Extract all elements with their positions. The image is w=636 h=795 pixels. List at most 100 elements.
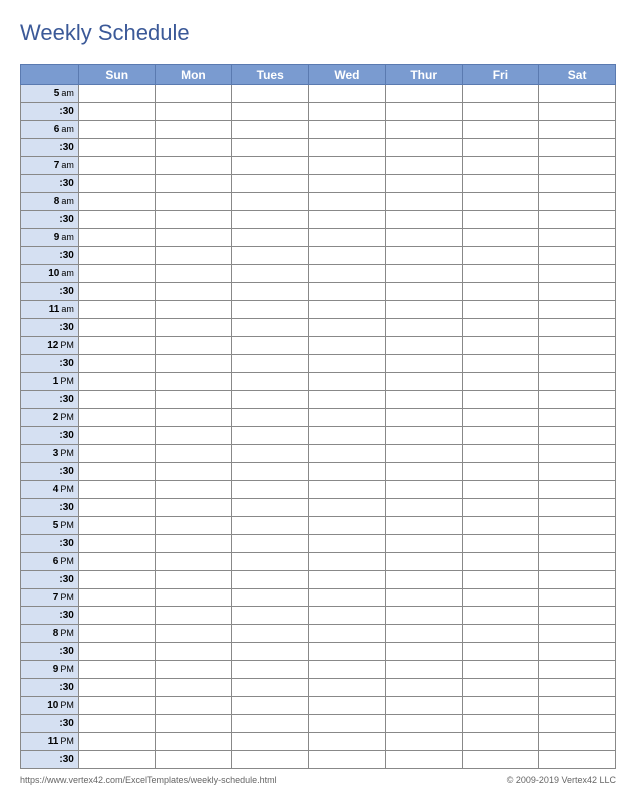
schedule-cell[interactable] [232, 175, 309, 193]
schedule-cell[interactable] [539, 661, 616, 679]
schedule-cell[interactable] [155, 247, 232, 265]
schedule-cell[interactable] [232, 445, 309, 463]
schedule-cell[interactable] [309, 661, 386, 679]
schedule-cell[interactable] [309, 139, 386, 157]
schedule-cell[interactable] [78, 193, 155, 211]
schedule-cell[interactable] [309, 751, 386, 769]
schedule-cell[interactable] [232, 553, 309, 571]
schedule-cell[interactable] [385, 715, 462, 733]
schedule-cell[interactable] [232, 427, 309, 445]
schedule-cell[interactable] [232, 733, 309, 751]
schedule-cell[interactable] [155, 661, 232, 679]
schedule-cell[interactable] [78, 211, 155, 229]
schedule-cell[interactable] [155, 139, 232, 157]
schedule-cell[interactable] [385, 409, 462, 427]
schedule-cell[interactable] [385, 481, 462, 499]
schedule-cell[interactable] [539, 553, 616, 571]
schedule-cell[interactable] [78, 625, 155, 643]
schedule-cell[interactable] [155, 679, 232, 697]
schedule-cell[interactable] [78, 301, 155, 319]
schedule-cell[interactable] [232, 283, 309, 301]
schedule-cell[interactable] [232, 571, 309, 589]
schedule-cell[interactable] [309, 121, 386, 139]
schedule-cell[interactable] [539, 337, 616, 355]
schedule-cell[interactable] [309, 553, 386, 571]
schedule-cell[interactable] [539, 283, 616, 301]
schedule-cell[interactable] [232, 607, 309, 625]
schedule-cell[interactable] [78, 319, 155, 337]
schedule-cell[interactable] [309, 337, 386, 355]
schedule-cell[interactable] [232, 679, 309, 697]
schedule-cell[interactable] [309, 499, 386, 517]
schedule-cell[interactable] [462, 139, 539, 157]
schedule-cell[interactable] [309, 391, 386, 409]
schedule-cell[interactable] [232, 589, 309, 607]
schedule-cell[interactable] [462, 337, 539, 355]
schedule-cell[interactable] [462, 715, 539, 733]
schedule-cell[interactable] [462, 103, 539, 121]
schedule-cell[interactable] [309, 283, 386, 301]
schedule-cell[interactable] [155, 715, 232, 733]
schedule-cell[interactable] [155, 697, 232, 715]
schedule-cell[interactable] [309, 715, 386, 733]
schedule-cell[interactable] [78, 463, 155, 481]
schedule-cell[interactable] [462, 229, 539, 247]
schedule-cell[interactable] [539, 103, 616, 121]
schedule-cell[interactable] [462, 85, 539, 103]
schedule-cell[interactable] [309, 211, 386, 229]
schedule-cell[interactable] [155, 211, 232, 229]
schedule-cell[interactable] [78, 733, 155, 751]
schedule-cell[interactable] [309, 373, 386, 391]
schedule-cell[interactable] [462, 481, 539, 499]
schedule-cell[interactable] [539, 211, 616, 229]
schedule-cell[interactable] [539, 301, 616, 319]
schedule-cell[interactable] [385, 643, 462, 661]
schedule-cell[interactable] [462, 625, 539, 643]
schedule-cell[interactable] [309, 625, 386, 643]
schedule-cell[interactable] [539, 157, 616, 175]
schedule-cell[interactable] [232, 463, 309, 481]
schedule-cell[interactable] [462, 193, 539, 211]
schedule-cell[interactable] [539, 319, 616, 337]
schedule-cell[interactable] [539, 625, 616, 643]
schedule-cell[interactable] [462, 661, 539, 679]
schedule-cell[interactable] [309, 517, 386, 535]
schedule-cell[interactable] [462, 121, 539, 139]
schedule-cell[interactable] [232, 535, 309, 553]
schedule-cell[interactable] [385, 319, 462, 337]
schedule-cell[interactable] [155, 319, 232, 337]
schedule-cell[interactable] [232, 265, 309, 283]
schedule-cell[interactable] [309, 85, 386, 103]
schedule-cell[interactable] [462, 301, 539, 319]
schedule-cell[interactable] [309, 481, 386, 499]
schedule-cell[interactable] [232, 643, 309, 661]
schedule-cell[interactable] [232, 103, 309, 121]
schedule-cell[interactable] [155, 229, 232, 247]
schedule-cell[interactable] [539, 121, 616, 139]
schedule-cell[interactable] [462, 535, 539, 553]
schedule-cell[interactable] [309, 733, 386, 751]
schedule-cell[interactable] [232, 661, 309, 679]
schedule-cell[interactable] [309, 607, 386, 625]
schedule-cell[interactable] [155, 445, 232, 463]
schedule-cell[interactable] [78, 643, 155, 661]
schedule-cell[interactable] [385, 463, 462, 481]
schedule-cell[interactable] [385, 553, 462, 571]
schedule-cell[interactable] [462, 589, 539, 607]
schedule-cell[interactable] [78, 85, 155, 103]
schedule-cell[interactable] [155, 463, 232, 481]
schedule-cell[interactable] [309, 265, 386, 283]
schedule-cell[interactable] [385, 679, 462, 697]
schedule-cell[interactable] [309, 247, 386, 265]
schedule-cell[interactable] [78, 481, 155, 499]
schedule-cell[interactable] [539, 517, 616, 535]
schedule-cell[interactable] [309, 589, 386, 607]
schedule-cell[interactable] [155, 499, 232, 517]
schedule-cell[interactable] [462, 697, 539, 715]
schedule-cell[interactable] [539, 679, 616, 697]
schedule-cell[interactable] [232, 625, 309, 643]
schedule-cell[interactable] [155, 373, 232, 391]
schedule-cell[interactable] [155, 175, 232, 193]
schedule-cell[interactable] [309, 175, 386, 193]
schedule-cell[interactable] [309, 535, 386, 553]
